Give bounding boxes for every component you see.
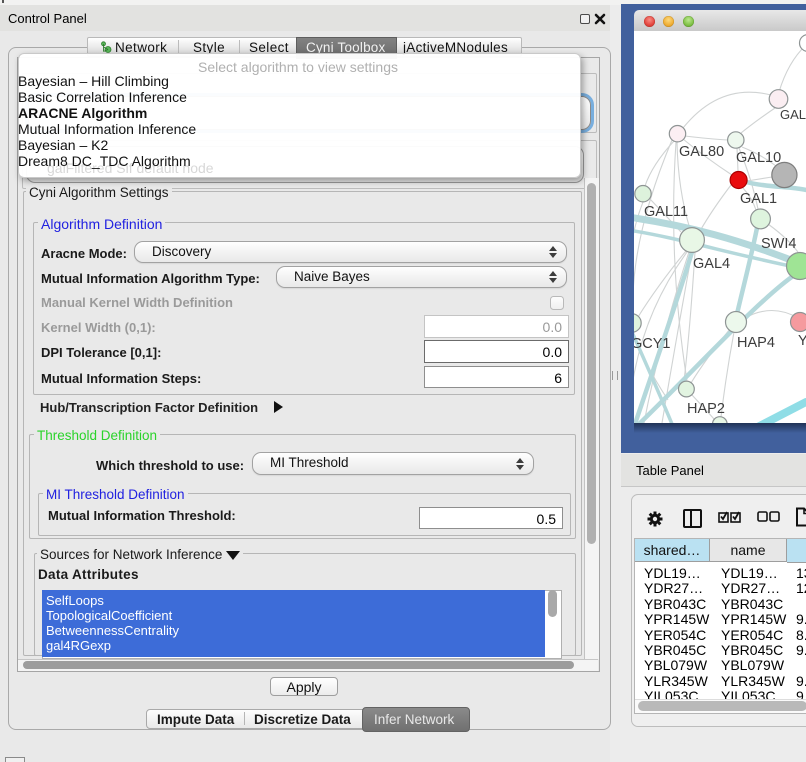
svg-text:GAL4: GAL4 <box>693 256 730 272</box>
svg-text:GAL1: GAL1 <box>740 191 777 207</box>
svg-text:HAP4: HAP4 <box>737 335 775 351</box>
svg-text:GCY1: GCY1 <box>634 336 671 352</box>
svg-text:HAP2: HAP2 <box>687 401 725 417</box>
svg-text:Y: Y <box>798 333 806 349</box>
svg-text:GAL11: GAL11 <box>644 204 688 220</box>
svg-text:GAL: GAL <box>780 107 806 122</box>
svg-text:GAL80: GAL80 <box>679 144 724 160</box>
svg-text:SWI4: SWI4 <box>761 236 796 252</box>
svg-text:GAL10: GAL10 <box>736 150 781 166</box>
